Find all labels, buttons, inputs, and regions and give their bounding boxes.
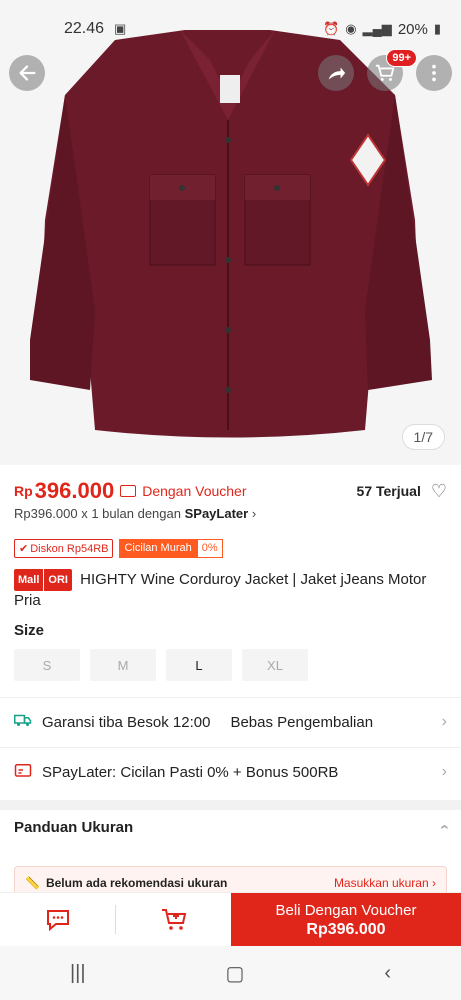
wifi-icon: ◉ (345, 21, 357, 36)
chevron-right-icon: › (441, 713, 447, 730)
size-option-l[interactable]: L (166, 649, 232, 681)
section-gap (0, 800, 461, 810)
image-counter: 1/7 (401, 424, 445, 450)
cart-count-badge: 99+ (386, 49, 417, 67)
product-title-text: HIGHTY Wine Corduroy Jacket | Jaket jJea… (14, 571, 427, 609)
cicilan-label: Cicilan Murah (119, 539, 197, 558)
ori-label: ORI (43, 569, 72, 591)
spaylater-row[interactable]: SPayLater: Cicilan Pasti 0% + Bonus 500R… (14, 749, 447, 795)
size-options: S M L XL (14, 649, 308, 681)
signal-icon: ▂▄▆ (362, 21, 392, 36)
size-heading: Size (14, 622, 45, 639)
buy-with-voucher-button[interactable]: Beli Dengan Voucher Rp396.000 (231, 893, 461, 947)
check-icon: ✔ (19, 543, 29, 555)
status-time: 22.46 (64, 20, 105, 37)
reko-left-text: Belum ada rekomendasi ukuran (45, 876, 228, 890)
voucher-label[interactable]: Dengan Voucher (142, 483, 246, 499)
chevron-up-icon: › (435, 824, 453, 830)
cicilan-chip: Cicilan Murah 0% (119, 539, 223, 558)
home-icon[interactable]: ▢ (226, 961, 245, 986)
paylater-prefix: Rp396.000 x 1 bulan dengan (14, 506, 181, 521)
recent-apps-icon[interactable]: ||| (70, 962, 86, 985)
discount-chip: ✔ Diskon Rp54RB (14, 539, 114, 558)
shipping-row[interactable]: Garansi tiba Besok 12:00 Bebas Pengembal… (14, 699, 447, 745)
battery-icon: ▮ (433, 21, 441, 36)
chat-button[interactable] (0, 893, 115, 946)
back-nav-icon[interactable]: ‹ (384, 962, 391, 985)
arrow-left-icon (19, 65, 36, 81)
bottom-action-bar: Beli Dengan Voucher Rp396.000 (0, 892, 461, 947)
spaylater-text: SPayLater: Cicilan Pasti 0% + Bonus 500R… (42, 763, 339, 781)
size-guide-header[interactable]: Panduan Ukuran › (14, 818, 452, 836)
discount-label: Diskon Rp54RB (30, 542, 109, 555)
more-vertical-icon (432, 64, 436, 82)
size-guide-title: Panduan Ukuran (14, 818, 134, 836)
ruler-icon: 📏 (25, 876, 40, 890)
product-page: 22.46 ▣ ⏰ ◉ ▂▄▆ 20% ▮ 99+ 1/7 Rp 396.000… (0, 0, 461, 1000)
add-to-cart-button[interactable] (116, 893, 231, 946)
product-image-area[interactable]: 22.46 ▣ ⏰ ◉ ▂▄▆ 20% ▮ 99+ 1/7 (0, 0, 461, 465)
price-row: Rp 396.000 Dengan Voucher 57 Terjual ♡ (14, 478, 447, 504)
chat-icon (46, 909, 69, 931)
sold-count: 57 Terjual (356, 483, 421, 499)
chevron-right-icon: › (441, 763, 447, 780)
mall-ori-badge: Mall ORI (14, 569, 72, 591)
voucher-icon (120, 485, 137, 497)
paylater-summary[interactable]: Rp396.000 x 1 bulan dengan SPayLater › (14, 506, 256, 521)
divider (0, 697, 461, 698)
size-option-m[interactable]: M (90, 649, 156, 681)
product-title: Mall ORI HIGHTY Wine Corduroy Jacket | J… (14, 569, 447, 611)
back-button[interactable] (9, 55, 45, 91)
size-option-xl[interactable]: XL (242, 649, 308, 681)
buy-button-price: Rp396.000 (306, 920, 386, 938)
paylater-brand: SPayLater (184, 506, 249, 521)
size-option-s[interactable]: S (14, 649, 80, 681)
promo-chips: ✔ Diskon Rp54RB Cicilan Murah 0% (14, 539, 223, 558)
truck-icon (14, 712, 34, 732)
system-nav-bar: ||| ▢ ‹ (0, 946, 461, 1000)
alarm-icon: ⏰ (323, 21, 340, 36)
wishlist-heart-icon[interactable]: ♡ (431, 481, 447, 502)
price-currency: Rp (14, 483, 33, 499)
buy-button-label: Beli Dengan Voucher (275, 901, 417, 919)
chevron-right-icon: › (432, 876, 436, 890)
chevron-right-icon: › (251, 506, 257, 521)
shipping-text: Garansi tiba Besok 12:00 (42, 713, 211, 731)
cart-button[interactable]: 99+ (367, 49, 417, 91)
share-button[interactable] (318, 55, 354, 91)
gallery-icon: ▣ (114, 21, 127, 36)
enter-size-text: Masukkan ukuran (333, 876, 429, 890)
share-icon (328, 67, 346, 80)
battery-level: 20% (397, 20, 428, 38)
reko-left: 📏 Belum ada rekomendasi ukuran (25, 876, 227, 890)
add-cart-icon (161, 908, 186, 930)
spaylater-icon (14, 761, 34, 783)
returns-text: Bebas Pengembalian (230, 713, 374, 731)
more-options-button[interactable] (416, 55, 452, 91)
enter-size-link[interactable]: Masukkan ukuran › (334, 876, 436, 890)
divider (0, 747, 461, 748)
mall-label: Mall (14, 569, 44, 591)
price-amount: 396.000 (34, 478, 115, 503)
cicilan-rate: 0% (196, 539, 223, 558)
